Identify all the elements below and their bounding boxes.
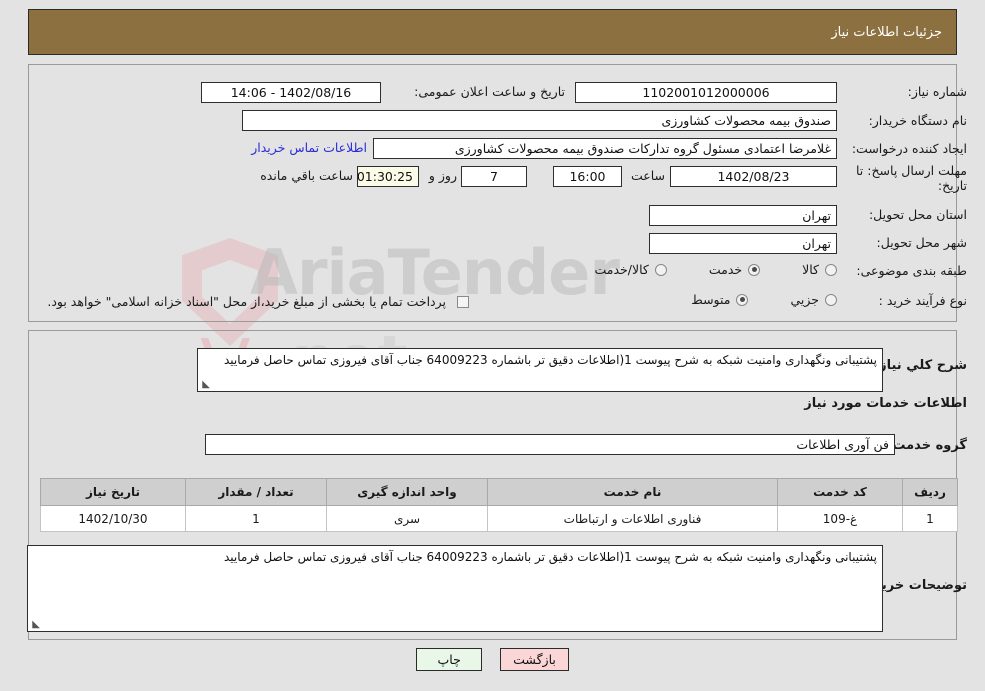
label-announce-datetime: تاریخ و ساعت اعلان عمومی: [414,84,565,99]
process-option-1-label: متوسط [691,292,731,307]
services-table: ردیف کد خدمت نام خدمت واحد اندازه گیری ت… [40,478,958,532]
cell-unit: سری [326,505,488,532]
cell-quantity: 1 [185,505,327,532]
services-section-heading: اطلاعات خدمات مورد نیاز [804,396,967,411]
table-row[interactable]: 1 غ-109 فناوری اطلاعات و ارتباطات سری 1 … [40,505,958,532]
category-radio-group: کالا خدمت کالا/خدمت [552,262,837,277]
radio-icon-kala-khedmat[interactable] [654,263,667,276]
countdown-timer-field: 01:30:25 [357,166,419,187]
category-option-1[interactable]: خدمت [708,262,761,277]
label-deadline: مهلت ارسال پاسخ: تا تاریخ: [856,163,967,193]
category-option-1-label: خدمت [708,262,743,277]
deadline-date-field[interactable]: 1402/08/23 [670,166,837,187]
need-number-field[interactable]: 1102001012000006 [575,82,837,103]
col-service-code: کد خدمت [777,478,903,506]
treasury-bond-note: پرداخت تمام یا بخشی از مبلغ خرید،از محل … [47,294,446,309]
buyer-notes-text: پشتیبانی ونگهداری وامنیت شبکه به شرح پیو… [223,550,877,564]
label-days-suffix: روز و [428,168,457,183]
buyer-org-field[interactable]: صندوق بیمه محصولات کشاورزی [242,110,837,131]
remaining-days-field[interactable]: 7 [461,166,527,187]
label-buyer-org: نام دستگاه خریدار: [868,113,967,128]
request-creator-field[interactable]: غلامرضا اعتمادی مسئول گروه تدارکات صندوق… [373,138,837,159]
col-service-name: نام خدمت [487,478,778,506]
label-service-group: گروه خدمت: [887,438,967,453]
label-countdown-suffix: ساعت باقي مانده [260,168,353,183]
buyer-notes-textarea[interactable]: پشتیبانی ونگهداری وامنیت شبکه به شرح پیو… [27,545,883,632]
cell-service-name: فناوری اطلاعات و ارتباطات [487,505,778,532]
label-overall-description: شرح کلي نياز: [873,358,967,373]
page-header: جزئیات اطلاعات نیاز [28,9,957,55]
label-need-number: شماره نیاز: [907,84,967,99]
cell-service-code: غ-109 [777,505,903,532]
col-unit: واحد اندازه گیری [326,478,488,506]
col-row-no: ردیف [902,478,958,506]
page-title: جزئیات اطلاعات نیاز [831,24,942,40]
print-button[interactable]: چاپ [416,648,483,671]
overall-description-textarea[interactable]: پشتیبانی ونگهداری وامنیت شبکه به شرح پیو… [197,348,883,392]
radio-icon-jozei[interactable] [825,293,837,306]
col-quantity: تعداد / مقدار [185,478,327,506]
process-option-0-label: جزیي [790,292,819,307]
back-button[interactable]: بازگشت [500,648,569,671]
category-option-0[interactable]: کالا [802,262,837,277]
announce-datetime-field[interactable]: 1402/08/16 - 14:06 [201,82,381,103]
footer-button-bar: بازگشت چاپ [0,648,985,671]
table-header-row: ردیف کد خدمت نام خدمت واحد اندازه گیری ت… [40,478,958,506]
process-option-0[interactable]: جزیي [790,292,837,307]
process-option-1[interactable]: متوسط [691,292,749,307]
label-city: شهر محل تحویل: [876,235,967,250]
category-option-2[interactable]: کالا/خدمت [594,262,667,277]
process-radio-group: جزیي متوسط [649,292,837,307]
label-process-type: نوع فرآیند خرید : [878,293,967,308]
delivery-province-field[interactable]: تهران [649,205,837,226]
resize-grip-icon-notes[interactable]: ◣ [30,620,40,630]
treasury-bond-checkbox[interactable] [457,296,469,308]
col-need-date: تاریخ نیاز [40,478,186,506]
category-option-0-label: کالا [802,262,819,277]
overall-description-text: پشتیبانی ونگهداری وامنیت شبکه به شرح پیو… [223,353,877,367]
radio-icon-kala[interactable] [825,263,837,276]
radio-icon-motavaset[interactable] [736,293,749,306]
services-table-wrapper: ردیف کد خدمت نام خدمت واحد اندازه گیری ت… [40,478,958,532]
delivery-city-field[interactable]: تهران [649,233,837,254]
category-option-2-label: کالا/خدمت [594,262,649,277]
buyer-contact-link[interactable]: اطلاعات تماس خریدار [251,140,367,155]
label-deadline-hour: ساعت [630,168,665,183]
radio-icon-khedmat[interactable] [748,263,761,276]
label-province: استان محل تحویل: [868,207,967,222]
deadline-hour-field[interactable]: 16:00 [553,166,622,187]
cell-need-date: 1402/10/30 [40,505,186,532]
service-group-field[interactable]: فن آوری اطلاعات [205,434,895,455]
cell-row-no: 1 [902,505,958,532]
resize-grip-icon[interactable]: ◣ [200,380,210,390]
label-category: طبقه بندی موضوعی: [856,263,967,278]
label-creator: ایجاد کننده درخواست: [851,141,967,156]
